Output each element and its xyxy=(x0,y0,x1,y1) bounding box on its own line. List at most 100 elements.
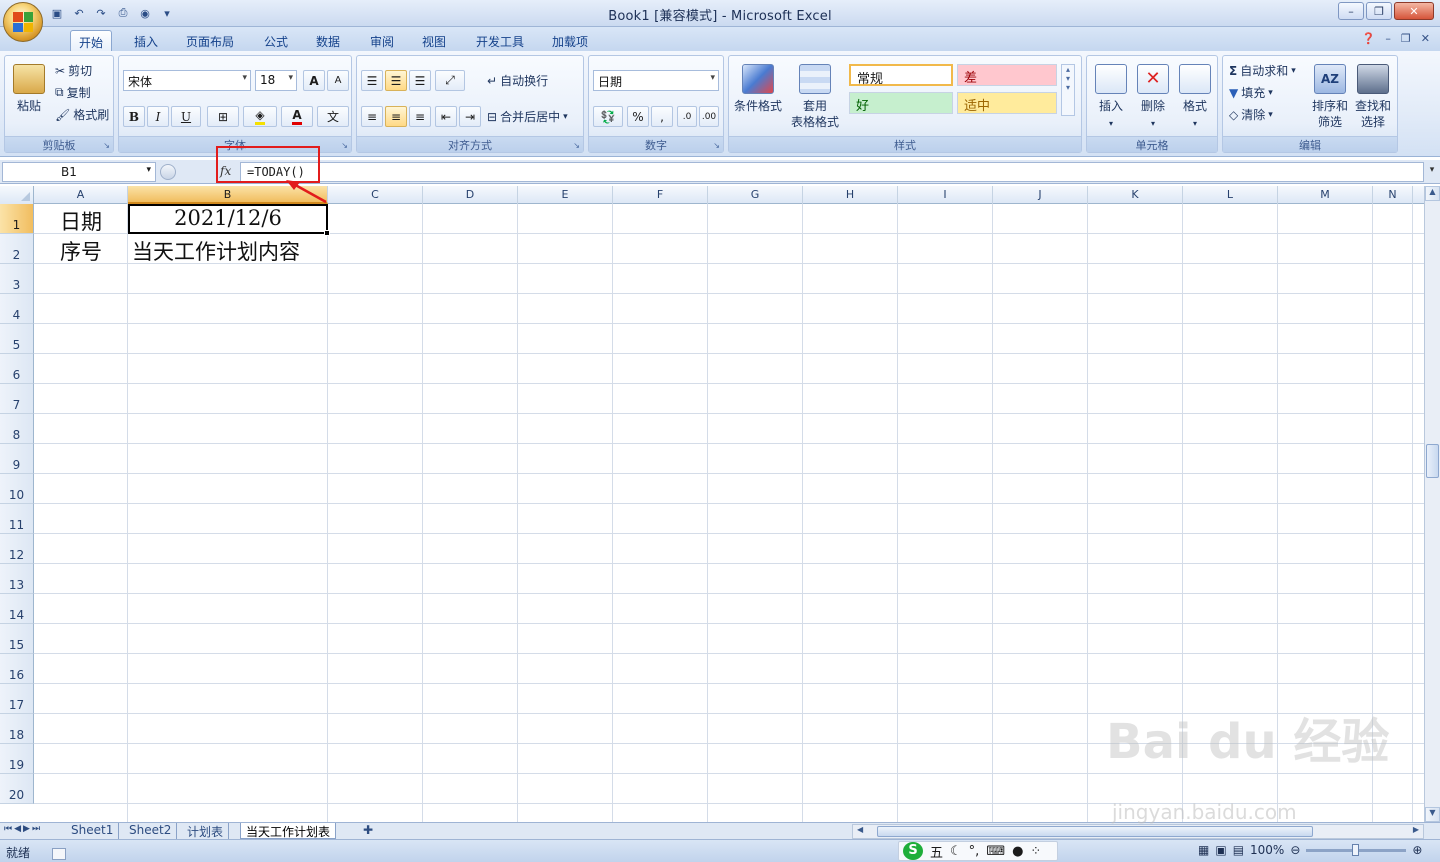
row-header-5[interactable]: 5 xyxy=(0,324,34,354)
fill-button[interactable]: ▼ 填充 ▾ xyxy=(1229,84,1273,101)
row-header-12[interactable]: 12 xyxy=(0,534,34,564)
insert-cells-button[interactable]: 插入 ▾ xyxy=(1091,64,1131,132)
office-button[interactable] xyxy=(3,2,43,42)
row-header-4[interactable]: 4 xyxy=(0,294,34,324)
sort-filter-button[interactable]: AZ 排序和 筛选 xyxy=(1309,64,1351,130)
row-header-2[interactable]: 2 xyxy=(0,234,34,264)
row-header-9[interactable]: 9 xyxy=(0,444,34,474)
row-header-20[interactable]: 20 xyxy=(0,774,34,804)
conditional-format-button[interactable]: 条件格式 xyxy=(731,64,785,114)
ime-toolbar[interactable]: S 五 ☾ °, ⌨ ● ⁘ xyxy=(898,841,1058,861)
delete-cells-button[interactable]: ✕ 删除 ▾ xyxy=(1133,64,1173,132)
zoom-out-icon[interactable]: ⊖ xyxy=(1290,843,1300,857)
bold-button[interactable]: B xyxy=(123,106,145,127)
style-normal[interactable]: 常规 xyxy=(849,64,953,87)
scroll-left-icon[interactable]: ◀ xyxy=(857,825,863,834)
phonetic-button[interactable]: 文 xyxy=(317,106,349,127)
column-header-h[interactable]: H xyxy=(803,186,898,204)
align-top-button[interactable]: ☰ xyxy=(361,70,383,91)
tab-data[interactable]: 数据 xyxy=(308,30,348,51)
select-all-button[interactable] xyxy=(0,186,34,204)
italic-button[interactable]: I xyxy=(147,106,169,127)
row-header-1[interactable]: 1 xyxy=(0,204,34,234)
zoom-slider[interactable] xyxy=(1306,843,1407,856)
normal-view-icon[interactable]: ▦ xyxy=(1198,843,1209,857)
number-format-combo[interactable]: 日期 ▾ xyxy=(593,70,719,91)
underline-button[interactable]: U xyxy=(171,106,201,127)
dialog-launcher-icon[interactable]: ↘ xyxy=(713,141,720,150)
dialog-launcher-icon[interactable]: ↘ xyxy=(341,141,348,150)
styles-scroll[interactable]: ▴ ▾ ▾ xyxy=(1061,64,1075,116)
format-painter-button[interactable]: 🖌 格式刷 xyxy=(55,106,109,123)
horizontal-scrollbar[interactable]: ◀ ▶ xyxy=(852,824,1424,839)
name-box[interactable]: B1 ▾ xyxy=(2,162,156,182)
row-header-19[interactable]: 19 xyxy=(0,744,34,774)
grow-font-button[interactable]: A xyxy=(303,70,325,91)
scroll-down-icon[interactable]: ▼ xyxy=(1425,807,1440,822)
increase-indent-button[interactable]: ⇥ xyxy=(459,106,481,127)
font-color-button[interactable]: A xyxy=(281,106,313,127)
tab-review[interactable]: 审阅 xyxy=(362,30,402,51)
currency-button[interactable]: 💱 xyxy=(593,106,623,127)
fill-color-button[interactable]: ◈ xyxy=(243,106,277,127)
shrink-font-button[interactable]: A xyxy=(327,70,349,91)
increase-decimal-button[interactable]: .0 xyxy=(677,106,697,127)
cut-button[interactable]: ✂ 剪切 xyxy=(55,62,92,79)
align-right-button[interactable]: ≡ xyxy=(409,106,431,127)
tab-formulas[interactable]: 公式 xyxy=(256,30,296,51)
next-sheet-icon[interactable]: ▶ xyxy=(23,824,30,834)
row-header-8[interactable]: 8 xyxy=(0,414,34,444)
column-header-i[interactable]: I xyxy=(898,186,993,204)
tab-addins[interactable]: 加载项 xyxy=(544,30,596,51)
style-good[interactable]: 好 xyxy=(849,92,953,114)
column-header-n[interactable]: N xyxy=(1373,186,1413,204)
format-as-table-button[interactable]: 套用 表格格式 xyxy=(785,64,845,130)
decrease-decimal-button[interactable]: .00 xyxy=(699,106,719,127)
font-name-combo[interactable]: 宋体 ▾ xyxy=(123,70,251,91)
copy-button[interactable]: ⧉ 复制 xyxy=(55,84,91,101)
page-break-view-icon[interactable]: ▤ xyxy=(1233,843,1244,857)
column-header-c[interactable]: C xyxy=(328,186,423,204)
column-header-d[interactable]: D xyxy=(423,186,518,204)
style-neutral[interactable]: 适中 xyxy=(957,92,1057,114)
insert-sheet-icon[interactable]: ✚ xyxy=(358,823,378,839)
format-cells-button[interactable]: 格式 ▾ xyxy=(1175,64,1215,132)
style-bad[interactable]: 差 xyxy=(957,64,1057,86)
find-select-button[interactable]: 查找和 选择 xyxy=(1351,64,1395,130)
tab-insert[interactable]: 插入 xyxy=(126,30,166,51)
tab-home[interactable]: 开始 xyxy=(70,30,113,51)
column-header-j[interactable]: J xyxy=(993,186,1088,204)
autosum-button[interactable]: Σ 自动求和 ▾ xyxy=(1229,62,1296,79)
formula-input[interactable]: =TODAY() xyxy=(240,162,1424,182)
horizontal-scroll-thumb[interactable] xyxy=(877,826,1313,837)
page-layout-view-icon[interactable]: ▣ xyxy=(1215,843,1226,857)
row-header-7[interactable]: 7 xyxy=(0,384,34,414)
fill-handle[interactable] xyxy=(324,230,330,236)
sheet-tab-sheet1[interactable]: Sheet1 xyxy=(66,823,120,839)
close-button[interactable]: ✕ xyxy=(1394,2,1434,20)
first-sheet-icon[interactable]: ⏮ xyxy=(4,824,12,834)
minimize-button[interactable]: – xyxy=(1338,2,1364,20)
column-header-l[interactable]: L xyxy=(1183,186,1278,204)
align-center-button[interactable]: ≡ xyxy=(385,106,407,127)
paste-button[interactable]: 粘贴 xyxy=(11,64,47,114)
align-middle-button[interactable]: ☰ xyxy=(385,70,407,91)
help-icon[interactable]: ❓ xyxy=(1362,32,1376,45)
comma-button[interactable]: , xyxy=(651,106,673,127)
row-header-17[interactable]: 17 xyxy=(0,684,34,714)
column-header-g[interactable]: G xyxy=(708,186,803,204)
row-header-14[interactable]: 14 xyxy=(0,594,34,624)
last-sheet-icon[interactable]: ⏭ xyxy=(32,824,40,834)
row-header-18[interactable]: 18 xyxy=(0,714,34,744)
borders-button[interactable]: ⊞ xyxy=(207,106,239,127)
wrap-text-button[interactable]: ↵ 自动换行 xyxy=(487,72,548,89)
zoom-knob[interactable] xyxy=(1352,843,1360,856)
merge-center-button[interactable]: ⊟ 合并后居中 ▾ xyxy=(487,108,568,125)
expand-formula-icon[interactable]: ▾ xyxy=(1426,162,1438,182)
row-header-3[interactable]: 3 xyxy=(0,264,34,294)
scroll-thumb[interactable] xyxy=(1426,444,1439,478)
dialog-launcher-icon[interactable]: ↘ xyxy=(573,141,580,150)
column-header-m[interactable]: M xyxy=(1278,186,1373,204)
ribbon-close-icon[interactable]: ✕ xyxy=(1421,32,1430,45)
resize-handle-icon[interactable] xyxy=(160,164,176,180)
